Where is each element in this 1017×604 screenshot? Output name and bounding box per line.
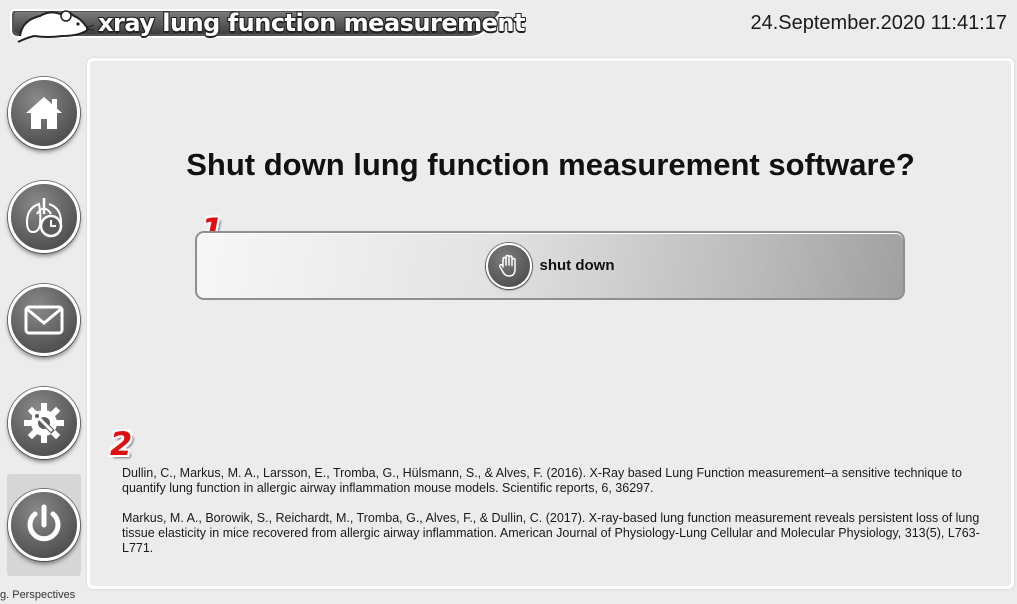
home-button-circle[interactable] <box>8 77 80 149</box>
reference-item: Dullin, C., Markus, M. A., Larsson, E., … <box>122 466 962 495</box>
home-icon <box>26 97 62 129</box>
references-section: Dullin, C., Markus, M. A., Larsson, E., … <box>122 466 982 571</box>
shutdown-panel: Shut down lung function measurement soft… <box>87 58 1014 589</box>
power-icon <box>27 504 61 542</box>
sidebar-item-mail[interactable] <box>7 269 81 371</box>
shutdown-prompt-title: Shut down lung function measurement soft… <box>186 147 915 182</box>
sidebar-item-home[interactable] <box>7 62 81 164</box>
app-title: xray lung function measurement <box>98 9 525 37</box>
envelope-icon <box>24 305 64 335</box>
datetime-display: 24.September.2020 11:41:17 <box>750 12 1007 34</box>
mail-button-circle[interactable] <box>8 284 80 356</box>
hand-stop-icon <box>485 242 532 289</box>
gear-wrench-icon <box>24 403 64 443</box>
settings-button-circle[interactable] <box>8 387 80 459</box>
app-title-banner: xray lung function measurement <box>8 4 525 44</box>
annotation-marker-2: 2 <box>110 425 133 463</box>
sidebar-item-power[interactable] <box>7 474 81 576</box>
power-button-circle[interactable] <box>8 489 80 561</box>
shutdown-button[interactable]: shut down <box>195 231 905 300</box>
sidebar-item-lung-measurement[interactable] <box>7 166 81 268</box>
shutdown-button-label: shut down <box>539 257 615 274</box>
reference-item: Markus, M. A., Borowik, S., Reichardt, M… <box>122 511 980 555</box>
lung-clock-icon <box>25 198 63 238</box>
lung-button-circle[interactable] <box>8 181 80 253</box>
footer-text-fragment: g. Perspectives <box>0 589 76 601</box>
sidebar-item-settings[interactable] <box>7 372 81 474</box>
